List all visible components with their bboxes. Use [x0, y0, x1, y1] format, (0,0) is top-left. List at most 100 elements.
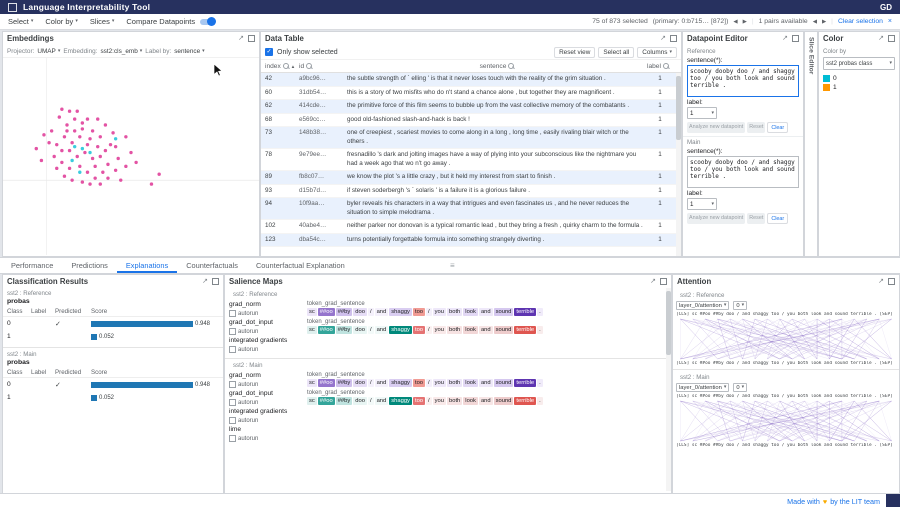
datapoint-dot[interactable] [53, 155, 56, 158]
drag-handle[interactable]: ≡ [450, 258, 455, 273]
salience-token[interactable]: and [375, 379, 389, 387]
tab-counterfactuals[interactable]: Counterfactuals [177, 258, 247, 273]
label-select[interactable]: 1▾ [687, 107, 717, 119]
expand-icon[interactable]: ↗ [878, 278, 884, 285]
table-row[interactable]: 62414cde…the primitive force of this fil… [261, 100, 681, 114]
datapoint-dot[interactable] [60, 161, 63, 164]
datapoint-dot[interactable] [70, 159, 73, 162]
autorun-checkbox[interactable]: autorun [229, 399, 307, 406]
salience-token[interactable]: sc [307, 326, 317, 334]
salience-token[interactable]: look [463, 326, 478, 334]
datapoint-dot[interactable] [83, 151, 86, 154]
label-select[interactable]: 1▾ [687, 198, 717, 210]
sort-icon[interactable]: ▲ [291, 64, 295, 69]
salience-token[interactable]: / [426, 379, 432, 387]
datapoint-dot[interactable] [134, 161, 137, 164]
datapoint-dot[interactable] [86, 117, 89, 120]
salience-token[interactable]: and [479, 379, 493, 387]
datapoint-dot[interactable] [35, 147, 38, 150]
salience-token[interactable]: look [463, 379, 478, 387]
datapoint-dot[interactable] [70, 141, 73, 144]
analyze-datapoint-button[interactable]: Analyze new datapoint [687, 122, 745, 133]
column-header-label[interactable]: label [647, 63, 673, 70]
table-row[interactable]: 9410f9aa…byler reveals his characters in… [261, 198, 681, 220]
salience-token[interactable]: sc [307, 308, 317, 316]
datapoint-dot[interactable] [76, 155, 79, 158]
select-dropdown[interactable]: Select▾ [8, 17, 33, 26]
embedding-scatter[interactable] [3, 58, 259, 255]
expand-icon[interactable]: ↗ [878, 35, 884, 42]
maximize-icon[interactable] [660, 278, 667, 285]
salience-token[interactable]: and [479, 326, 493, 334]
table-row[interactable]: 89fb8c07…we know the plot 's a little cr… [261, 171, 681, 185]
salience-token[interactable]: both [447, 326, 462, 334]
datapoint-dot[interactable] [86, 143, 89, 146]
salience-token[interactable]: ##by [336, 326, 353, 334]
datapoint-dot[interactable] [101, 171, 104, 174]
datapoint-dot[interactable] [106, 176, 109, 179]
salience-token[interactable]: doo [353, 308, 367, 316]
datapoint-dot[interactable] [88, 182, 91, 185]
datapoint-dot[interactable] [93, 176, 96, 179]
scrollbar-thumb[interactable] [666, 291, 671, 355]
datapoint-dot[interactable] [63, 135, 66, 138]
tab-explanations[interactable]: Explanations [117, 258, 177, 273]
menu-icon[interactable] [8, 3, 17, 12]
search-icon[interactable] [306, 63, 312, 69]
embedding-plot[interactable] [3, 58, 259, 255]
head-select[interactable]: 0▾ [733, 383, 747, 392]
salience-token[interactable]: ##oo [318, 308, 335, 316]
salience-token[interactable]: shaggy [389, 379, 412, 387]
label-by-select[interactable]: sentence▾ [174, 48, 204, 55]
column-header-sentence[interactable]: sentence [347, 63, 647, 70]
search-icon[interactable] [663, 63, 669, 69]
table-row[interactable]: 93d15b7d…if steven soderbergh 's ` solar… [261, 185, 681, 199]
salience-token[interactable]: look [463, 397, 478, 405]
salience-token[interactable]: you [433, 326, 446, 334]
salience-token[interactable]: terrible [514, 308, 536, 316]
maximize-icon[interactable] [888, 278, 895, 285]
salience-token[interactable]: you [433, 308, 446, 316]
clear-button[interactable]: Clear [767, 213, 788, 224]
next-pair-icon[interactable]: ▶ [822, 19, 826, 25]
salience-token[interactable]: / [426, 397, 432, 405]
datapoint-dot[interactable] [111, 131, 114, 134]
expand-icon[interactable]: ↗ [660, 35, 666, 42]
datapoint-dot[interactable] [65, 123, 68, 126]
datapoint-dot[interactable] [88, 137, 91, 140]
datapoint-dot[interactable] [86, 171, 89, 174]
datapoint-dot[interactable] [81, 121, 84, 124]
reset-view-button[interactable]: Reset view [554, 47, 595, 58]
sentence-input[interactable]: scooby dooby doo / and shaggy too / you … [687, 156, 799, 188]
autorun-checkbox[interactable]: autorun [229, 435, 307, 442]
scrollbar-thumb[interactable] [676, 76, 681, 140]
footer-team-link[interactable]: by the LIT team [830, 497, 880, 506]
salience-token[interactable]: and [479, 308, 493, 316]
autorun-checkbox[interactable]: autorun [229, 310, 307, 317]
datapoint-dot[interactable] [117, 157, 120, 160]
salience-token[interactable]: ##oo [318, 397, 335, 405]
column-header-id[interactable]: id [299, 63, 347, 70]
scrollbar[interactable] [666, 288, 671, 491]
salience-token[interactable]: doo [353, 379, 367, 387]
table-row[interactable]: 68e569cc…good old-fashioned slash-and-ha… [261, 114, 681, 128]
salience-token[interactable]: both [447, 397, 462, 405]
salience-token[interactable]: sound [494, 308, 514, 316]
tab-predictions[interactable]: Predictions [62, 258, 117, 273]
search-icon[interactable] [283, 63, 289, 69]
head-select[interactable]: 0▾ [733, 301, 747, 310]
table-row[interactable]: 10240abe4…neither parker nor donovan is … [261, 220, 681, 234]
datapoint-dot[interactable] [114, 137, 117, 140]
datapoint-dot[interactable] [76, 109, 79, 112]
salience-token[interactable]: and [479, 397, 493, 405]
datapoint-dot[interactable] [114, 145, 117, 148]
salience-token[interactable]: ##oo [318, 326, 335, 334]
maximize-icon[interactable] [792, 35, 799, 42]
analyze-datapoint-button[interactable]: Analyze new datapoint [687, 213, 745, 224]
salience-token[interactable]: / [426, 326, 432, 334]
maximize-icon[interactable] [248, 35, 255, 42]
datapoint-dot[interactable] [47, 141, 50, 144]
maximize-icon[interactable] [670, 35, 677, 42]
salience-token[interactable]: too [413, 326, 425, 334]
slice-editor-module-collapsed[interactable]: Slice Editor [804, 31, 818, 257]
